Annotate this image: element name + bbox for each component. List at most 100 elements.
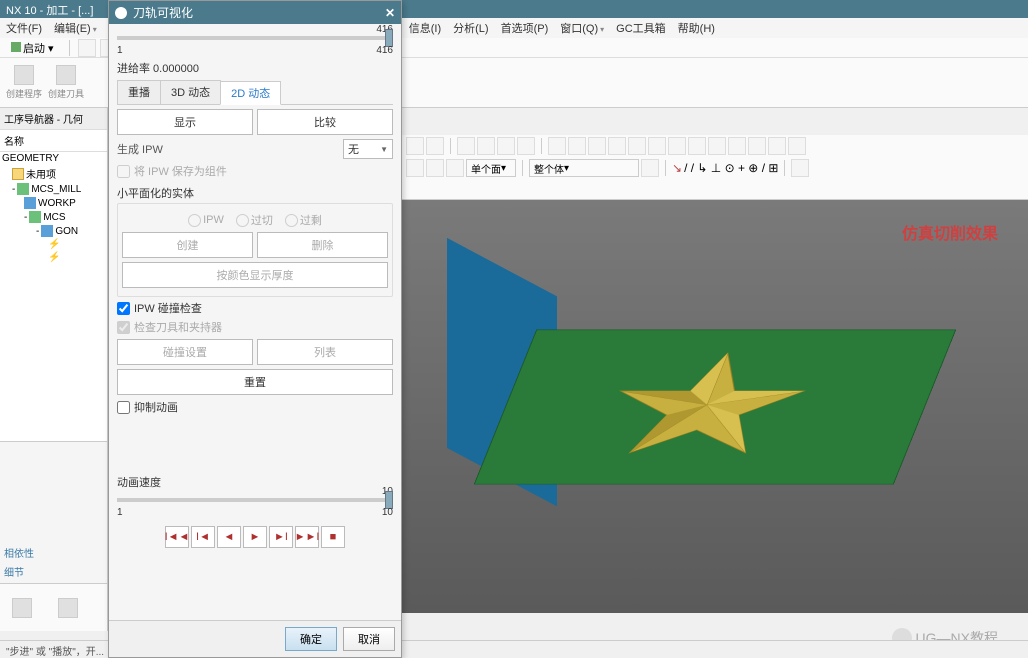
tab-3d-dynamic[interactable]: 3D 动态 [160, 80, 221, 104]
radio-gouge[interactable]: 过切 [236, 212, 273, 228]
dialog-footer: 确定 取消 [109, 620, 401, 657]
vp-tool-icon[interactable] [568, 137, 586, 155]
start-button[interactable]: 启动 ▾ [4, 38, 61, 58]
vp-tool-icon[interactable] [446, 159, 464, 177]
dialog-body: 416 1 416 进给率 0.000000 重播 3D 动态 2D 动态 显示… [109, 24, 401, 620]
menu-help[interactable]: 帮助(H) [678, 20, 715, 36]
color-thickness-button[interactable]: 按颜色显示厚度 [122, 262, 388, 288]
vp-tool-icon[interactable] [588, 137, 606, 155]
toolbar-icon[interactable] [78, 39, 96, 57]
nav-tab-depend[interactable]: 相依性 [4, 545, 103, 560]
solid-group-title: 小平面化的实体 [117, 185, 393, 201]
playback-controls: I◄◄ I◄ ◄ ► ►I ►►I ■ [117, 526, 393, 548]
tree-row-gon[interactable]: - GON [0, 224, 107, 238]
frame-slider[interactable]: 416 1 416 [117, 30, 393, 56]
tree-row-op[interactable]: ⚡ [0, 238, 107, 251]
mcs-icon [29, 211, 41, 223]
tab-replay[interactable]: 重播 [117, 80, 161, 104]
last-frame-button[interactable]: ►►I [295, 526, 319, 548]
vp-tool-icon[interactable] [406, 159, 424, 177]
tree-row-op[interactable]: ⚡ [0, 251, 107, 264]
cancel-button[interactable]: 取消 [343, 627, 395, 651]
bottom-btn[interactable] [48, 586, 88, 629]
feedrate-label: 进给率 0.000000 [117, 60, 393, 76]
ribbon-item[interactable]: 创建刀具 [46, 62, 86, 103]
prev-frame-button[interactable]: I◄ [191, 526, 215, 548]
compare-button[interactable]: 比较 [257, 109, 393, 135]
tree-row-mcs[interactable]: - MCS [0, 210, 107, 224]
collision-check-checkbox[interactable]: IPW 碰撞检查 [117, 300, 393, 316]
speed-slider[interactable]: 10 1 10 [117, 492, 393, 518]
vp-tool-icon[interactable] [791, 159, 809, 177]
viewport-3d[interactable]: 仿真切削效果 [402, 200, 1028, 613]
vp-tool-icon[interactable] [641, 159, 659, 177]
vp-tool-icon[interactable] [406, 137, 424, 155]
menu-prefs[interactable]: 首选项(P) [501, 20, 549, 36]
tree-row-geometry[interactable]: GEOMETRY [0, 152, 107, 165]
bottom-btn[interactable] [2, 586, 42, 629]
status-text: "步进" 或 "播放"，开... [6, 647, 104, 658]
vp-tool-icon[interactable] [788, 137, 806, 155]
delete-button[interactable]: 删除 [257, 232, 388, 258]
operation-navigator: 工序导航器 - 几何 名称 GEOMETRY 未用项 - MCS_MILL WO… [0, 108, 108, 631]
menu-analysis[interactable]: 分析(L) [453, 20, 488, 36]
vp-tool-icon[interactable] [768, 137, 786, 155]
vp-tool-icon[interactable] [728, 137, 746, 155]
toolpath-visualization-dialog: 刀轨可视化 ✕ 416 1 416 进给率 0.000000 重播 3D 动态 … [108, 0, 402, 658]
facet-radio-group: IPW 过切 过剩 [122, 212, 388, 228]
menu-window[interactable]: 窗口(Q) [560, 20, 604, 36]
list-button[interactable]: 列表 [257, 339, 393, 365]
radio-excess[interactable]: 过剩 [285, 212, 322, 228]
vp-select-body[interactable]: 整个体 ▾ [529, 159, 639, 177]
gen-ipw-label: 生成 IPW [117, 141, 163, 157]
tool-holder-checkbox[interactable]: 检查刀具和夹持器 [117, 319, 393, 335]
vp-select-face[interactable]: 单个面 ▾ [466, 159, 516, 177]
create-button[interactable]: 创建 [122, 232, 253, 258]
tree-row-mcs-mill[interactable]: - MCS_MILL [0, 182, 107, 196]
menu-gctools[interactable]: GC工具箱 [616, 20, 666, 36]
menu-file[interactable]: 文件(F) [6, 20, 42, 36]
vp-tool-icon[interactable] [628, 137, 646, 155]
step-back-button[interactable]: ◄ [217, 526, 241, 548]
tree-row-workp[interactable]: WORKP [0, 196, 107, 210]
vp-tool-icon[interactable] [517, 137, 535, 155]
tab-2d-dynamic[interactable]: 2D 动态 [220, 81, 281, 105]
radio-ipw[interactable]: IPW [188, 212, 224, 228]
gen-ipw-select[interactable]: 无▼ [343, 139, 393, 159]
ok-button[interactable]: 确定 [285, 627, 337, 651]
dialog-title-text: 刀轨可视化 [133, 4, 193, 21]
app-title-text: NX 10 - 加工 - [...] [6, 5, 93, 17]
collision-settings-button[interactable]: 碰撞设置 [117, 339, 253, 365]
vp-tool-icon[interactable] [426, 159, 444, 177]
next-frame-button[interactable]: ►I [269, 526, 293, 548]
vp-tool-icon[interactable] [426, 137, 444, 155]
vp-tool-icon[interactable] [477, 137, 495, 155]
vp-tool-icon[interactable] [548, 137, 566, 155]
workpiece-icon [41, 225, 53, 237]
nav-col-name: 名称 [0, 130, 107, 152]
vp-tool-icon[interactable] [648, 137, 666, 155]
nav-header: 工序导航器 - 几何 [0, 108, 107, 130]
nav-tree[interactable]: GEOMETRY 未用项 - MCS_MILL WORKP - MCS - GO… [0, 152, 107, 441]
menu-info[interactable]: 信息(I) [409, 20, 441, 36]
reset-button[interactable]: 重置 [117, 369, 393, 395]
vp-tool-icon[interactable] [708, 137, 726, 155]
vp-tool-icon[interactable] [497, 137, 515, 155]
show-button[interactable]: 显示 [117, 109, 253, 135]
ribbon-item[interactable]: 创建程序 [4, 62, 44, 103]
suppress-anim-checkbox[interactable]: 抑制动画 [117, 399, 393, 415]
vp-tool-icon[interactable] [457, 137, 475, 155]
stop-button[interactable]: ■ [321, 526, 345, 548]
play-button[interactable]: ► [243, 526, 267, 548]
nav-tab-detail[interactable]: 细节 [4, 564, 103, 579]
menu-edit[interactable]: 编辑(E) [54, 20, 97, 36]
dialog-titlebar[interactable]: 刀轨可视化 ✕ [109, 1, 401, 24]
vp-tool-icon[interactable] [668, 137, 686, 155]
vp-tool-icon[interactable] [688, 137, 706, 155]
close-icon[interactable]: ✕ [385, 6, 395, 20]
tree-row-unused[interactable]: 未用项 [0, 165, 107, 182]
save-ipw-checkbox[interactable]: 将 IPW 保存为组件 [117, 163, 393, 179]
vp-tool-icon[interactable] [748, 137, 766, 155]
first-frame-button[interactable]: I◄◄ [165, 526, 189, 548]
vp-tool-icon[interactable] [608, 137, 626, 155]
